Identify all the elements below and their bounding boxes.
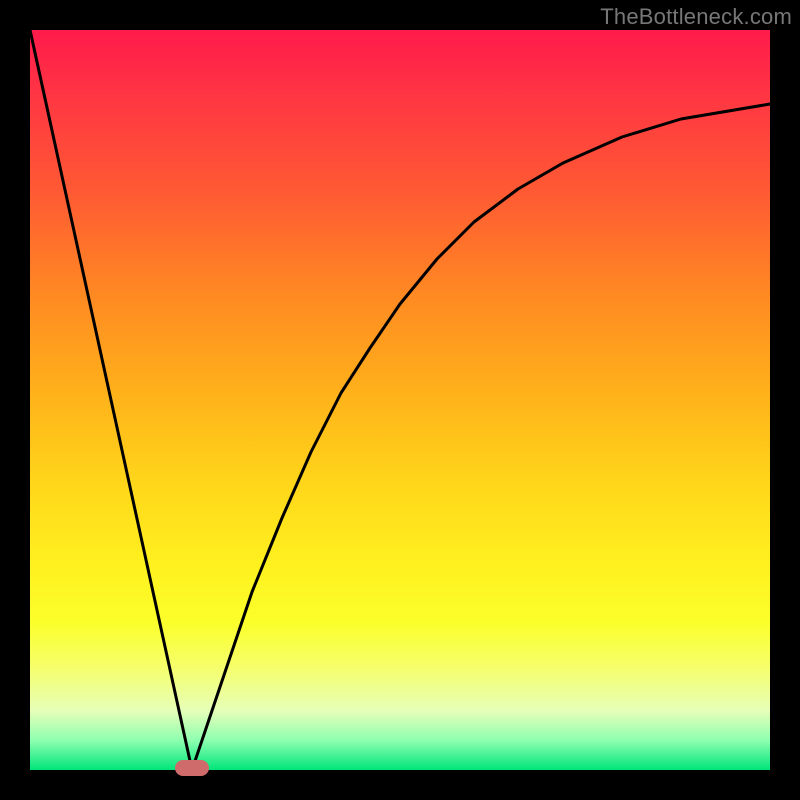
chart-frame: TheBottleneck.com — [0, 0, 800, 800]
left-branch-line — [30, 30, 192, 770]
right-branch-line — [192, 104, 770, 770]
plot-area — [30, 30, 770, 770]
watermark-text: TheBottleneck.com — [600, 4, 792, 30]
curve-svg — [30, 30, 770, 770]
minimum-marker — [175, 760, 209, 776]
